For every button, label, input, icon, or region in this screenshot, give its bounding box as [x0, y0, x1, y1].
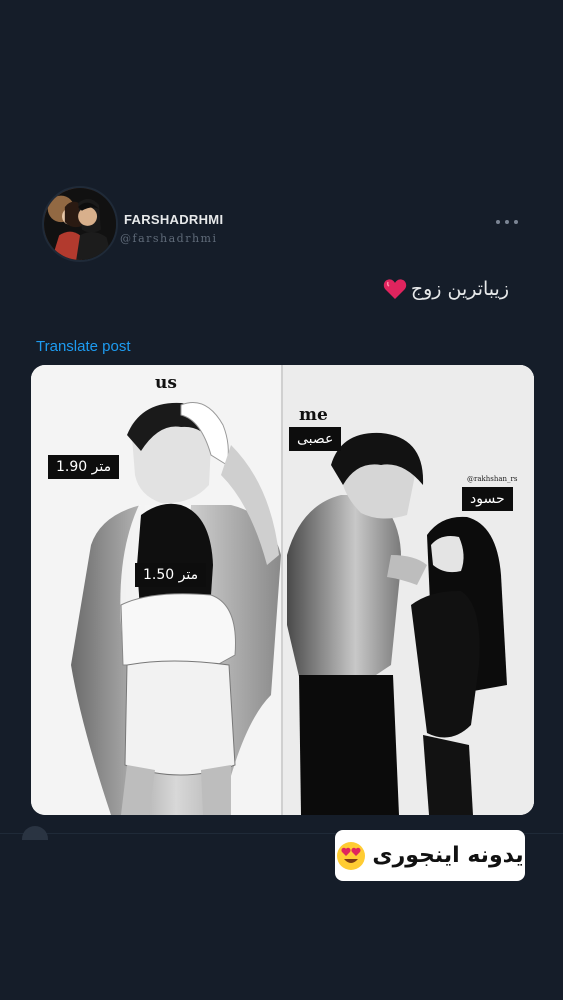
post-header: FARSHADRHMI @farshadrhmi [42, 186, 522, 262]
translate-post-link[interactable]: Translate post [36, 338, 131, 355]
post-text: زیباترین زوج [383, 278, 509, 300]
overlay-caption: یدونه اینجوری [335, 830, 525, 881]
short-height-label: 1.50 متر [135, 563, 207, 587]
heart-icon [383, 278, 407, 300]
overlay-caption-text: یدونه اینجوری [372, 843, 524, 868]
next-post-avatar[interactable] [22, 826, 48, 840]
post-image[interactable]: us me 1.90 متر 1.50 متر عصبی حسود @rakhs… [31, 365, 534, 815]
left-caption: us [155, 373, 177, 393]
post-text-content: زیباترین زوج [410, 278, 509, 300]
angry-label: عصبی [289, 427, 342, 451]
heart-eyes-emoji-icon [336, 841, 366, 871]
jealous-label: حسود [462, 487, 513, 511]
tall-height-label: 1.90 متر [48, 455, 120, 479]
watermark: @rakhshan_rs [467, 475, 518, 483]
user-handle[interactable]: @farshadrhmi [120, 232, 218, 245]
avatar[interactable] [42, 186, 118, 262]
display-name[interactable]: FARSHADRHMI [124, 212, 223, 227]
right-caption: me [299, 405, 328, 425]
more-icon[interactable] [496, 216, 518, 228]
